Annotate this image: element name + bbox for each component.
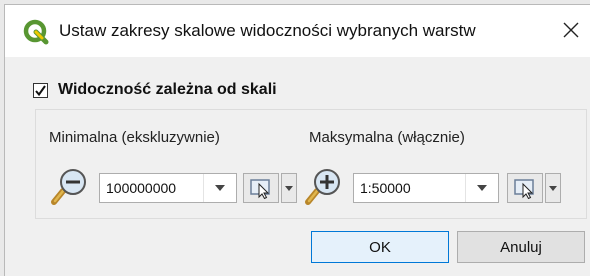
dialog-window: Ustaw zakresy skalowe widoczności wybran… xyxy=(4,4,590,276)
maximum-scale-predefined-dropdown[interactable] xyxy=(545,173,561,203)
qgis-logo-icon xyxy=(23,19,49,45)
maximum-scale-label: Maksymalna (włącznie) xyxy=(309,129,465,146)
maximum-scale-combo[interactable]: 1:50000 xyxy=(353,173,499,203)
map-pick-icon xyxy=(514,179,534,199)
close-icon xyxy=(563,22,579,38)
zoom-in-icon[interactable] xyxy=(305,167,343,207)
minimum-scale-map-pick-button[interactable] xyxy=(243,173,279,203)
minimum-scale-combo[interactable]: 100000000 xyxy=(99,173,237,203)
cancel-button[interactable]: Anuluj xyxy=(457,231,585,263)
maximum-scale-map-pick-button[interactable] xyxy=(507,173,543,203)
map-pick-icon xyxy=(250,179,270,199)
chevron-down-icon xyxy=(285,185,293,191)
checkmark-icon xyxy=(35,84,46,96)
title-bar[interactable]: Ustaw zakresy skalowe widoczności wybran… xyxy=(5,5,590,57)
scale-visibility-label: Widoczność zależna od skali xyxy=(58,81,277,98)
minimum-scale-label: Minimalna (ekskluzywnie) xyxy=(49,129,220,146)
minimum-scale-dropdown-button[interactable] xyxy=(203,174,236,202)
minimum-scale-predefined-dropdown[interactable] xyxy=(281,173,297,203)
chevron-down-icon xyxy=(477,185,487,191)
minimum-scale-value: 100000000 xyxy=(106,180,177,196)
maximum-scale-value: 1:50000 xyxy=(360,180,411,196)
close-button[interactable] xyxy=(555,13,587,47)
ok-button[interactable]: OK xyxy=(311,231,449,263)
zoom-out-icon[interactable] xyxy=(51,167,89,207)
chevron-down-icon xyxy=(215,185,225,191)
dialog-title: Ustaw zakresy skalowe widoczności wybran… xyxy=(59,21,476,40)
chevron-down-icon xyxy=(549,185,557,191)
scale-visibility-row: Widoczność zależna od skali xyxy=(33,81,277,99)
maximum-scale-dropdown-button[interactable] xyxy=(465,174,498,202)
scale-visibility-checkbox[interactable] xyxy=(33,82,48,98)
